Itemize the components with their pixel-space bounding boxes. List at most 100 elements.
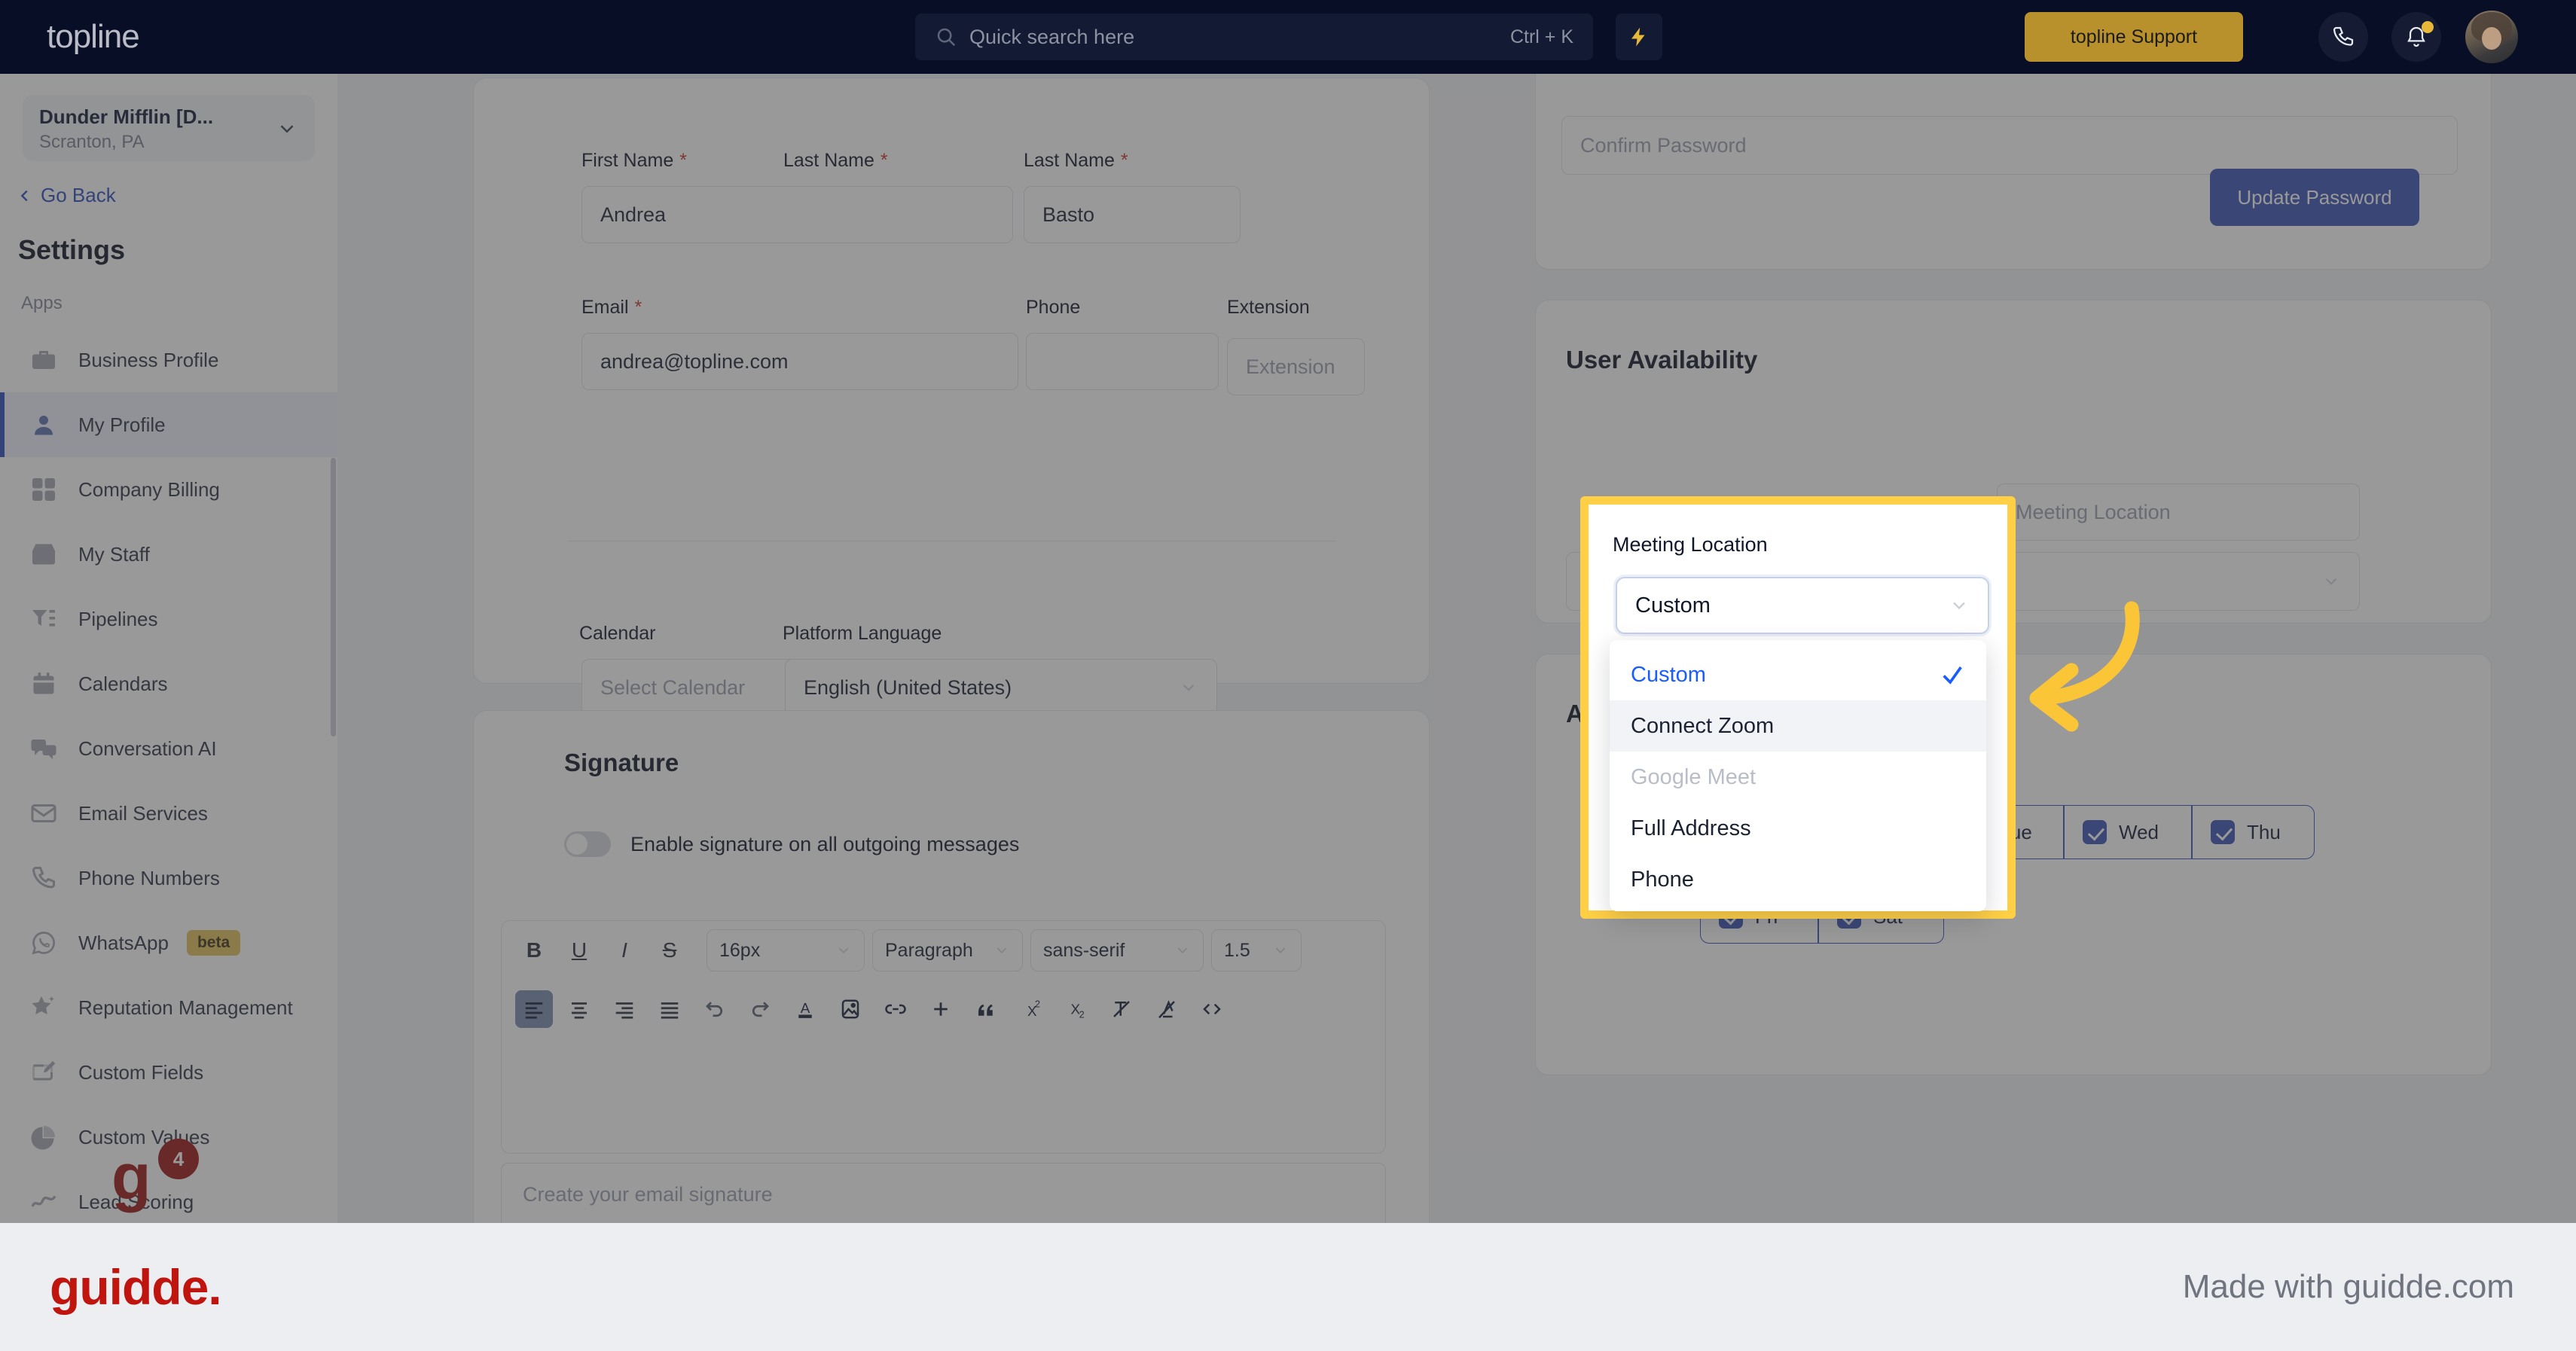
- sidebar-item-label: My Staff: [78, 542, 150, 566]
- signature-editor-toolbar: B U I S 16px Paragraph sans-serif 1.5 A …: [501, 920, 1386, 1154]
- language-select[interactable]: English (United States): [785, 659, 1217, 716]
- phone-button[interactable]: [2318, 12, 2368, 62]
- pie-chart-icon: [31, 1126, 55, 1150]
- sidebar-item-phone-numbers[interactable]: Phone Numbers: [0, 846, 337, 910]
- redo-icon[interactable]: [741, 990, 779, 1028]
- sidebar-item-label: Custom Fields: [78, 1060, 204, 1084]
- chevron-down-icon: [1177, 947, 1188, 954]
- notification-badge: [2422, 21, 2434, 33]
- confirm-password-input[interactable]: Confirm Password: [1561, 116, 2458, 175]
- sidebar-item-conversation-ai[interactable]: Conversation AI: [0, 716, 337, 781]
- sidebar-item-custom-fields[interactable]: Custom Fields: [0, 1040, 337, 1105]
- go-back-link[interactable]: Go Back: [17, 184, 337, 207]
- search-icon: [937, 28, 956, 47]
- underline-icon[interactable]: U: [560, 932, 598, 969]
- organization-name: Dunder Mifflin [D...: [39, 105, 214, 128]
- insert-image-icon[interactable]: [832, 990, 869, 1028]
- guidde-logo: guidde.: [50, 1259, 222, 1315]
- extension-label: Extension: [1227, 297, 1310, 318]
- chevron-down-icon: [1183, 684, 1195, 691]
- update-password-button[interactable]: Update Password: [2210, 169, 2419, 226]
- sidebar-item-email-services[interactable]: Email Services: [0, 781, 337, 846]
- user-avatar[interactable]: [2465, 11, 2518, 63]
- svg-text:2: 2: [1079, 1009, 1085, 1020]
- first-name-input[interactable]: Andrea: [581, 186, 1013, 243]
- app-logo: topline: [47, 18, 140, 55]
- meeting-location-text-input[interactable]: Meeting Location: [1997, 483, 2360, 541]
- signature-placeholder: Create your email signature: [523, 1183, 773, 1206]
- remove-format-icon[interactable]: [1148, 990, 1186, 1028]
- sidebar-item-reputation-management[interactable]: Reputation Management: [0, 975, 337, 1040]
- source-code-icon[interactable]: [1193, 990, 1231, 1028]
- quick-actions-button[interactable]: [1616, 14, 1662, 60]
- italic-icon[interactable]: I: [606, 932, 643, 969]
- align-left-icon[interactable]: [515, 990, 553, 1028]
- notifications-button[interactable]: [2391, 12, 2441, 62]
- line-height-select[interactable]: 1.5: [1211, 929, 1302, 971]
- day-toggle-thu[interactable]: Thu: [2192, 805, 2315, 859]
- guidde-cursor-mark: g 4: [111, 1139, 199, 1217]
- font-size-select[interactable]: 16px: [707, 929, 865, 971]
- superscript-icon[interactable]: X2: [1012, 990, 1050, 1028]
- menu-option-google-meet: Google Meet: [1610, 752, 1986, 803]
- sidebar-item-calendars[interactable]: Calendars: [0, 651, 337, 716]
- clear-formatting-icon[interactable]: [1103, 990, 1140, 1028]
- sidebar-item-my-staff[interactable]: My Staff: [0, 522, 337, 587]
- phone-input[interactable]: [1026, 333, 1219, 390]
- toolbar-row-1: B U I S 16px Paragraph sans-serif 1.5: [502, 921, 1385, 980]
- add-icon[interactable]: [922, 990, 960, 1028]
- font-family-select[interactable]: sans-serif: [1030, 929, 1204, 971]
- insert-link-icon[interactable]: [877, 990, 914, 1028]
- sidebar-scrollbar[interactable]: [331, 458, 336, 736]
- last-name-input[interactable]: Basto: [1024, 186, 1241, 243]
- sidebar-item-company-billing[interactable]: Company Billing: [0, 457, 337, 522]
- enable-signature-row[interactable]: Enable signature on all outgoing message…: [564, 831, 1019, 857]
- strikethrough-icon[interactable]: S: [651, 932, 688, 969]
- profile-details-card: First Name * Andrea Last Name * Last Name *…: [473, 78, 1430, 716]
- day-label: Thu: [2247, 820, 2281, 843]
- sidebar-section-label: Apps: [21, 293, 63, 313]
- extension-input[interactable]: Extension: [1227, 338, 1365, 395]
- sidebar-item-my-profile[interactable]: My Profile: [0, 392, 337, 457]
- align-justify-icon[interactable]: [651, 990, 688, 1028]
- menu-option-connect-zoom[interactable]: Connect Zoom: [1610, 700, 1986, 752]
- menu-option-label: Custom: [1631, 662, 1706, 687]
- sidebar-item-business-profile[interactable]: Business Profile: [0, 328, 337, 392]
- text-color-icon[interactable]: A: [786, 990, 824, 1028]
- meeting-location-select[interactable]: Custom: [1616, 577, 1989, 634]
- menu-option-full-address[interactable]: Full Address: [1610, 803, 1986, 854]
- user-availability-title: User Availability: [1566, 346, 1758, 374]
- sidebar-item-whatsapp[interactable]: WhatsApp beta: [0, 910, 337, 975]
- support-button[interactable]: topline Support: [2025, 12, 2243, 62]
- bold-icon[interactable]: B: [515, 932, 553, 969]
- align-right-icon[interactable]: [606, 990, 643, 1028]
- block-format-select[interactable]: Paragraph: [872, 929, 1023, 971]
- first-name-label: First Name *: [581, 150, 687, 171]
- svg-text:2: 2: [1035, 999, 1040, 1010]
- edit-field-icon: [32, 1061, 56, 1081]
- menu-option-phone[interactable]: Phone: [1610, 854, 1986, 905]
- day-checkbox[interactable]: [2083, 820, 2107, 844]
- day-toggle-wed[interactable]: Wed: [2064, 805, 2192, 859]
- whatsapp-icon: [32, 932, 55, 955]
- align-center-icon[interactable]: [560, 990, 598, 1028]
- beta-badge: beta: [186, 930, 241, 956]
- quick-search-box[interactable]: Quick search here Ctrl + K: [915, 14, 1593, 60]
- organization-switcher[interactable]: Dunder Mifflin [D... Scranton, PA: [23, 95, 315, 161]
- guidde-tagline: Made with guidde.com: [2182, 1268, 2514, 1305]
- sidebar-item-pipelines[interactable]: Pipelines: [0, 587, 337, 651]
- envelope-icon: [31, 804, 56, 822]
- enable-signature-toggle[interactable]: [564, 831, 611, 857]
- signature-title: Signature: [564, 749, 679, 776]
- undo-icon[interactable]: [696, 990, 734, 1028]
- blockquote-icon[interactable]: [967, 990, 1005, 1028]
- email-input[interactable]: andrea@topline.com: [581, 333, 1018, 390]
- subscript-icon[interactable]: X2: [1058, 990, 1095, 1028]
- chevron-down-icon: [838, 947, 849, 954]
- day-checkbox[interactable]: [2211, 820, 2235, 844]
- phone-icon: [2333, 26, 2354, 46]
- svg-text:A: A: [801, 1000, 810, 1016]
- avatar-face: [2482, 27, 2501, 50]
- sidebar-item-label: Company Billing: [78, 477, 220, 501]
- menu-option-custom[interactable]: Custom: [1610, 649, 1986, 700]
